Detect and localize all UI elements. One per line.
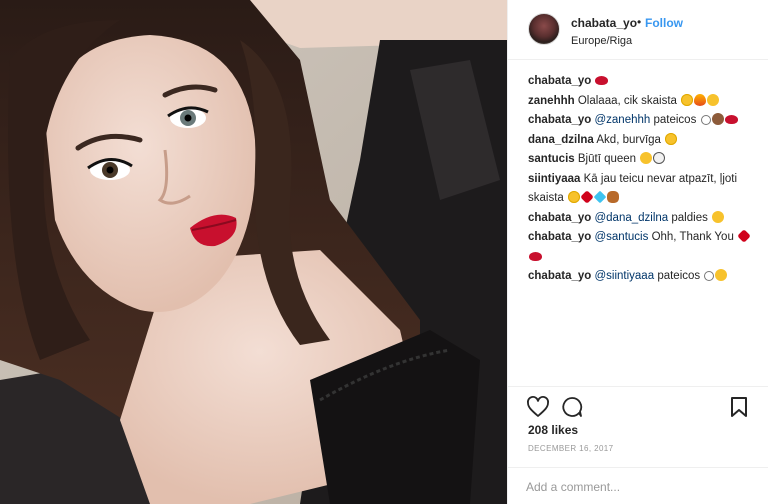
- comment-row: siintiyaaa Kā jau teicu nevar atpazīt, ļ…: [528, 170, 763, 209]
- comment-text: pateicos: [657, 270, 701, 282]
- comment-row: chabata_yo @siintiyaaa pateicos: [528, 267, 763, 287]
- comment-mention[interactable]: @siintiyaaa: [594, 270, 654, 282]
- likes-count[interactable]: 208 likes: [528, 423, 578, 437]
- halo-emoji-icon: [700, 115, 711, 125]
- comment-username[interactable]: santucis: [528, 153, 575, 165]
- comment-row: zanehhh Olalaaa, cik skaista: [528, 92, 763, 112]
- comment-username[interactable]: dana_dzilna: [528, 134, 594, 146]
- comment-row: chabata_yo: [528, 72, 763, 92]
- wink-emoji-icon: [715, 269, 728, 281]
- halo-emoji-icon: [704, 271, 715, 281]
- heart-emoji-icon: [737, 229, 751, 243]
- comment-username[interactable]: zanehhh: [528, 95, 575, 107]
- heart-eyes-emoji-icon: [568, 191, 580, 203]
- comment-username[interactable]: chabata_yo: [528, 75, 591, 87]
- heart-emoji-icon: [580, 190, 594, 204]
- smile-emoji-icon: [712, 210, 725, 223]
- add-comment-bar: [508, 467, 768, 504]
- location-link[interactable]: Europe/Riga: [571, 35, 632, 47]
- comment-text: Olalaaa, cik skaista: [577, 94, 677, 107]
- comment-text: paldies: [671, 211, 708, 224]
- avatar[interactable]: [528, 13, 560, 45]
- post-date[interactable]: December 16, 2017: [528, 444, 614, 453]
- comment-mention[interactable]: @dana_dzilna: [594, 212, 668, 224]
- comment-username[interactable]: siintiyaaa: [528, 173, 580, 185]
- heart-eyes-emoji-icon: [681, 93, 694, 106]
- separator-dot: •: [637, 15, 642, 29]
- post-photo[interactable]: [0, 0, 507, 504]
- post-sidebar: chabata_yo • Follow Europe/Riga chabata_…: [507, 0, 768, 504]
- comment-text: Bjūtī queen: [577, 153, 637, 165]
- ghost-emoji-icon: [653, 152, 666, 164]
- comment-list: chabata_yo zanehhh Olalaaa, cik skaista …: [528, 72, 763, 287]
- username-link[interactable]: chabata_yo: [571, 16, 637, 30]
- lips-emoji-icon: [595, 76, 609, 85]
- monkey-emoji-icon: [711, 113, 724, 125]
- comment-username[interactable]: chabata_yo: [528, 212, 591, 224]
- post-header: chabata_yo • Follow Europe/Riga: [508, 0, 768, 60]
- comment-row: dana_dzilna Akd, burvīga: [528, 131, 763, 151]
- wink-emoji-icon: [640, 152, 653, 164]
- comment-row: chabata_yo @dana_dzilna paldies: [528, 209, 763, 229]
- comment-username[interactable]: chabata_yo: [528, 270, 591, 282]
- fire-emoji-icon: [694, 93, 707, 106]
- comment-text: pateicos: [653, 114, 697, 126]
- comment-username[interactable]: chabata_yo: [528, 114, 591, 126]
- comment-mention[interactable]: @zanehhh: [594, 114, 650, 126]
- comment-mention[interactable]: @santucis: [594, 231, 648, 243]
- speech-bubble-icon[interactable]: [560, 395, 584, 419]
- diamond-emoji-icon: [593, 190, 607, 204]
- comment-row: chabata_yo @santucis Ohh, Thank You: [528, 228, 763, 267]
- follow-button[interactable]: Follow: [645, 16, 683, 30]
- comment-row: santucis Bjūtī queen: [528, 150, 763, 170]
- comment-text: Akd, burvīga: [596, 133, 661, 146]
- comment-row: chabata_yo @zanehhh pateicos: [528, 111, 763, 131]
- heart-eyes-emoji-icon: [665, 132, 678, 145]
- heart-outline-icon[interactable]: [526, 395, 550, 419]
- smile-emoji-icon: [707, 93, 720, 106]
- selfie-image: [0, 0, 507, 504]
- comment-username[interactable]: chabata_yo: [528, 231, 591, 243]
- butterfly-emoji-icon: [607, 191, 619, 203]
- comment-text: Ohh, Thank You: [651, 231, 734, 243]
- add-comment-input[interactable]: [526, 476, 751, 498]
- action-bar: 208 likes December 16, 2017: [508, 386, 768, 504]
- lips-emoji-icon: [724, 115, 738, 124]
- lips-emoji-icon: [529, 251, 542, 261]
- bookmark-icon[interactable]: [727, 395, 751, 419]
